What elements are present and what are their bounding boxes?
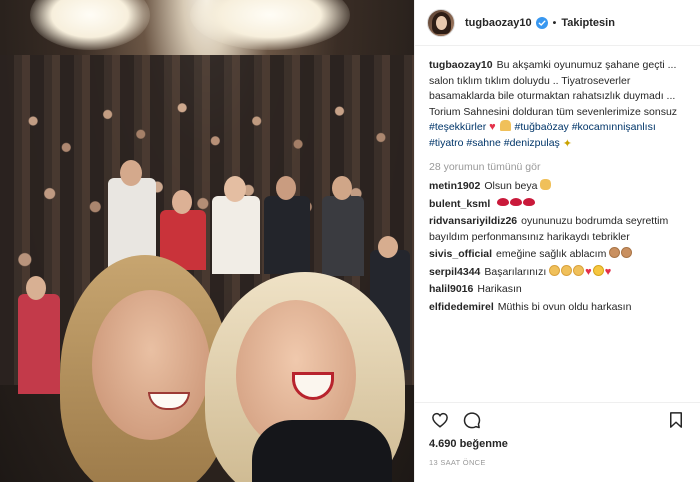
verified-badge-icon [535,16,548,29]
comment-username[interactable]: ridvansariyildiz26 [429,215,517,227]
hashtag-link[interactable]: #tiyatro [429,137,463,149]
comment-text: Harikasın [477,283,522,295]
ok-hand-emoji-icon [540,179,552,190]
comment-item: serpil4344 Başarılarınızı ♥ ♥ [429,264,687,281]
lips-emoji-icon [510,197,523,206]
clap-emoji-icon [549,264,561,276]
person-face [276,176,296,200]
post-photo[interactable] [0,0,414,482]
clapping-hands-emoji-icon [609,247,621,258]
likes-count[interactable]: 4.690 beğenme [429,438,687,450]
selfie-face-left [92,290,210,440]
post-timestamp[interactable]: 13 SAAT ÖNCE [429,458,687,467]
stage-light [30,0,150,50]
comment-button[interactable] [461,409,483,431]
post-header: tugbaozay10 • Takiptesin [415,0,700,46]
comment-text: Başarılarınızı [484,265,547,278]
comment-text: emeğine sağlık ablacım [496,248,607,260]
clap-emoji-icon [561,264,573,276]
avatar[interactable] [427,8,455,37]
heart-emoji-icon: ♥ [489,121,496,133]
sparkle-emoji-icon: ✦ [562,137,572,150]
person-dark-suit [322,196,364,276]
comment-text: Müthiş bi oyun oldu harkasın [497,300,632,310]
selfie-black-collar [252,420,392,482]
clap-emoji-icon [573,264,585,276]
comment-item: halil9016 Harikasın [429,282,687,298]
comment-username[interactable]: serpil4344 [429,266,480,278]
person-face [172,190,192,214]
heart-icon [432,412,448,428]
like-button[interactable] [429,409,451,431]
header-separator: • [552,16,557,29]
comment-username[interactable]: sivis_official [429,248,492,260]
person-red-top [18,294,60,394]
bookmark-icon [670,412,682,428]
comment-item: metin1902 Olsun beya [429,179,687,195]
lips-emoji-icon [497,197,510,206]
lips-emoji-icon [523,197,536,206]
post-caption: tugbaozay10 Bu akşamki oyunumuz şahane ge… [429,58,687,152]
comment-item: sivis_official emeğine sağlık ablacım [429,247,687,263]
comment-text: Olsun beya [484,180,538,192]
header-username[interactable]: tugbaozay10 [465,17,532,29]
comment-item: ridvansariyildiz26 oyununuzu bodrumda sey… [429,214,687,245]
person-dark-jacket [264,196,310,274]
comment-username[interactable]: halil9016 [429,283,473,295]
comment-username[interactable]: elfidedemirel [429,301,494,310]
post-actions: 4.690 beğenme 13 SAAT ÖNCE [415,402,700,482]
comment-username[interactable]: metin1902 [429,180,480,192]
comment-item: bulent_ksml [429,197,687,213]
person-face [332,176,352,200]
person-face [26,276,46,300]
comment-item: elfidedemirel Müthiş bi oyun oldu harkası… [429,300,687,310]
person-white-blouse [212,196,260,274]
caption-username[interactable]: tugbaozay10 [429,59,493,71]
person-face [378,236,398,258]
hashtag-link[interactable]: #kocamınnişanlısı [572,121,656,133]
hashtag-link[interactable]: #sahne [466,137,500,149]
pray-emoji-icon [499,120,511,131]
hashtag-link[interactable]: #teşekkürler [429,121,486,133]
heart-emoji-icon: ♥ [604,265,612,278]
save-button[interactable] [665,409,687,431]
hashtag-link[interactable]: #tuğbaözay [515,121,569,133]
post-side-panel: tugbaozay10 • Takiptesin tugbaozay10 Bu a… [414,0,700,482]
view-all-comments-link[interactable]: 28 yorumun tümünü gör [429,161,687,173]
comments-section[interactable]: tugbaozay10 Bu akşamki oyunumuz şahane ge… [415,58,700,402]
heart-emoji-icon: ♥ [585,265,592,278]
person-face [120,160,142,186]
heart-eyes-emoji-icon [592,264,604,276]
comment-username[interactable]: bulent_ksml [429,198,490,210]
speech-bubble-icon [463,412,481,429]
instagram-post: tugbaozay10 • Takiptesin tugbaozay10 Bu a… [0,0,700,482]
hashtag-link[interactable]: #denizpulaş [504,137,560,149]
clapping-hands-emoji-icon [621,247,633,258]
stage-light [190,0,350,50]
action-icons-row [429,405,687,435]
follow-status-button[interactable]: Takiptesin [561,17,615,29]
avatar-face [436,15,447,30]
person-face [224,176,246,202]
